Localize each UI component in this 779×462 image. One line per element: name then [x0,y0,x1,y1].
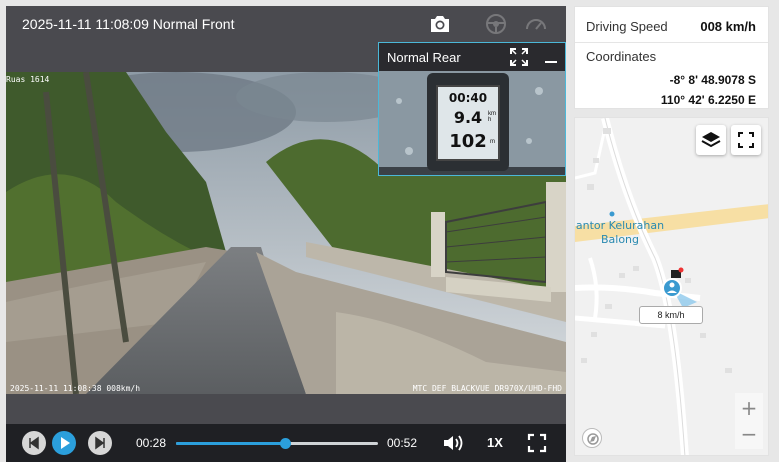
playback-controls: 00:28 00:52 1X [6,424,566,462]
gps-device: 00:40 9.4 km h 102 m [427,73,509,171]
steering-wheel-icon[interactable] [484,12,508,36]
play-button[interactable] [52,431,76,455]
gps-speed-unit: km h [488,111,496,123]
vehicle-speed-tag: 8 km/h [639,306,703,324]
coordinates-label: Coordinates [586,49,657,64]
progress-bar[interactable] [176,438,378,449]
dashcam-viewer: 2025-11-11 11:08:09 Normal Front Ruas 16… [0,0,779,462]
speed-row: Driving Speed 008 km/h [575,7,768,43]
zoom-out-button[interactable]: − [735,421,763,447]
previous-button[interactable] [22,431,46,455]
compass-icon [587,433,599,445]
gps-distance-unit: m [490,139,495,145]
latitude-value: -8° 8' 48.9078 S [669,73,756,87]
zoom-controls: + − [735,393,763,449]
rear-camera-view: 00:40 9.4 km h 102 m [379,71,565,175]
zoom-in-button[interactable]: + [735,395,763,421]
progress-fill [176,442,286,445]
compass-button[interactable] [582,428,602,448]
pip-header: Normal Rear [379,43,565,71]
next-button[interactable] [88,431,112,455]
skip-forward-icon [95,436,105,450]
minimize-icon[interactable] [541,47,561,67]
gps-distance: 102 [449,131,487,152]
skip-back-icon [29,436,39,450]
osd-road-label: Ruas 1614 [6,75,50,84]
osd-timestamp: 2025-11-11 11:08:38 008km/h [10,384,141,393]
progress-handle[interactable] [280,438,292,449]
fullscreen-icon[interactable] [527,433,547,453]
video-title: 2025-11-11 11:08:09 Normal Front [22,16,235,32]
map-layers-button[interactable] [696,125,726,155]
poi-label: antor Kelurahan Balong [575,219,665,246]
pip-title: Normal Rear [387,50,461,65]
playback-speed-button[interactable]: 1X [487,435,503,450]
camera-icon[interactable] [428,12,452,36]
expand-icon[interactable] [509,47,529,67]
gps-screen: 00:40 9.4 km h 102 m [436,85,500,161]
volume-icon[interactable] [442,433,464,453]
player-header: 2025-11-11 11:08:09 Normal Front [6,6,566,42]
layers-icon [701,132,721,148]
gps-time: 00:40 [448,91,488,105]
current-time: 00:28 [136,436,167,450]
driving-speed-label: Driving Speed [586,19,668,34]
trip-info-panel: Driving Speed 008 km/h Coordinates -8° 8… [574,6,769,109]
map-view[interactable]: antor Kelurahan Balong 8 km/h + − [574,117,769,456]
rear-camera-pip[interactable]: Normal Rear 00:40 9.4 km h 102 m [378,42,566,176]
fullscreen-icon [738,132,754,148]
longitude-value: 110° 42' 6.2250 E [660,93,756,107]
duration: 00:52 [387,436,418,450]
driving-speed-value: 008 km/h [700,19,756,34]
speedometer-icon[interactable] [524,12,548,36]
play-icon [61,437,70,449]
osd-device: MTC DEF BLACKVUE DR970X/UHD-FHD [412,384,562,393]
video-player: 2025-11-11 11:08:09 Normal Front Ruas 16… [6,6,566,462]
map-fullscreen-button[interactable] [731,125,761,155]
